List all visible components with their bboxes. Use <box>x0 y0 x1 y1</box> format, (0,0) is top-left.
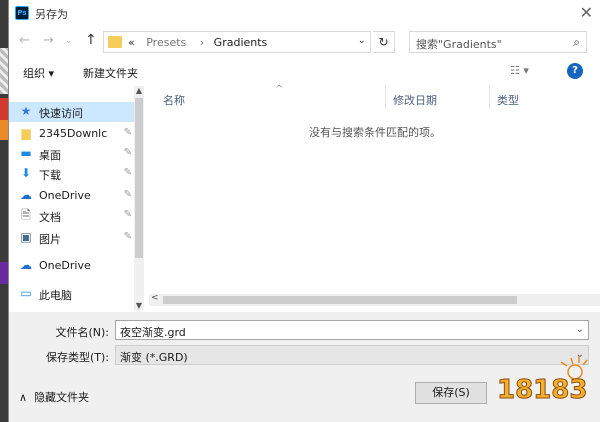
forward-arrow-icon[interactable]: → <box>43 33 54 48</box>
sidebar-item-label: OneDrive <box>39 189 91 202</box>
save-button[interactable]: 保存(S) <box>415 382 487 404</box>
sidebar-item-label: 文档 <box>39 211 61 224</box>
filename-value: 夜空渐变.grd <box>120 326 186 339</box>
search-placeholder: 搜索"Gradients" <box>416 38 502 51</box>
column-divider[interactable] <box>489 86 490 108</box>
watermark-text: 18183 <box>497 375 587 405</box>
hide-folders-label: 隐藏文件夹 <box>34 391 90 404</box>
sidebar-item[interactable]: ▣ 图片 ✎ <box>9 228 134 248</box>
background-swatch <box>0 48 8 94</box>
empty-results-message: 没有与搜索条件匹配的项。 <box>309 126 441 139</box>
column-divider[interactable] <box>385 86 386 108</box>
file-list: 名称 ^ 修改日期 类型 没有与搜索条件匹配的项。 < <box>149 84 600 310</box>
scroll-up-icon[interactable]: ▲ <box>134 86 144 95</box>
download-icon: ⬇ <box>20 166 32 180</box>
background-swatch <box>0 98 8 120</box>
breadcrumb-separator: › <box>199 36 205 49</box>
cloud-icon: ☁ <box>20 188 32 202</box>
filename-field[interactable]: 夜空渐变.grd ⌄ <box>115 320 589 340</box>
column-header-type[interactable]: 类型 <box>497 92 519 108</box>
window-title: 另存为 <box>35 8 68 21</box>
breadcrumb-item-presets[interactable]: Presets <box>138 36 190 49</box>
sidebar-item-onedrive[interactable]: ☁ OneDrive ✎ <box>9 186 134 206</box>
folder-icon <box>108 36 122 48</box>
navigation-pane: ★ 快速访问 ▆ 2345Downlc ✎ ▬ 桌面 ✎ ⬇ 下载 ✎ ☁ OneDrive ✎ 🗎 文档 ✎ ▣… <box>9 86 144 310</box>
column-header-modified[interactable]: 修改日期 <box>393 92 437 108</box>
sidebar-item-label: 快速访问 <box>39 107 83 120</box>
address-dropdown-icon[interactable]: ⌄ <box>358 35 366 46</box>
sidebar-item-label: 桌面 <box>39 149 61 162</box>
breadcrumb-item-gradients[interactable]: Gradients <box>214 36 268 49</box>
search-input[interactable]: 搜索"Gradients" ⌕ <box>409 31 587 53</box>
horizontal-scrollbar[interactable]: < <box>149 293 600 306</box>
sidebar-item[interactable]: ▭ 此电脑 <box>9 284 134 304</box>
background-app-strip <box>0 0 8 422</box>
sidebar-item-label: 下载 <box>39 169 61 182</box>
scrollbar-thumb[interactable] <box>163 296 517 304</box>
sidebar-item-2345downlc[interactable]: ▆ 2345Downlc ✎ <box>9 124 134 144</box>
help-icon[interactable]: ? <box>567 63 583 79</box>
sidebar-item-onedrive[interactable]: ☁ OneDrive <box>9 256 134 276</box>
chevron-up-icon: ∧ <box>19 391 28 404</box>
close-icon[interactable]: ✕ <box>580 3 593 22</box>
organize-button[interactable]: 组织 ▾ <box>23 65 54 81</box>
scrollbar-thumb[interactable] <box>135 98 143 258</box>
refresh-icon: ↻ <box>378 35 389 49</box>
back-arrow-icon[interactable]: ← <box>19 33 30 48</box>
pictures-icon: ▣ <box>20 230 32 244</box>
background-swatch <box>0 120 8 140</box>
navigation-scrollbar[interactable]: ▲ ▼ <box>134 86 144 310</box>
sidebar-item-label: 此电脑 <box>39 289 72 302</box>
site-watermark-logo: 18183 <box>497 356 588 406</box>
command-bar: 组织 ▾ 新建文件夹 ☷ ▾ ? <box>9 60 600 84</box>
pin-icon: ✎ <box>123 167 132 178</box>
sidebar-item-label: 2345Downlc <box>39 127 108 140</box>
refresh-button[interactable]: ↻ <box>373 31 395 53</box>
filename-label: 文件名(N): <box>55 326 109 339</box>
column-header-name[interactable]: 名称 <box>163 92 185 108</box>
sidebar-item-label: 图片 <box>39 233 61 246</box>
up-arrow-icon[interactable]: ↑ <box>85 32 97 48</box>
view-options-icon[interactable]: ☷ ▾ <box>510 64 529 77</box>
address-row: ← → ⌄ ↑ « Presets › Gradients ⌄ ↻ 搜索"Gra… <box>9 30 600 54</box>
photoshop-app-icon: Ps <box>15 6 29 20</box>
filetype-label: 保存类型(T): <box>45 351 109 364</box>
pin-icon: ✎ <box>123 127 132 138</box>
cloud-icon: ☁ <box>20 258 32 272</box>
document-icon: 🗎 <box>21 208 31 222</box>
pin-icon: ✎ <box>123 209 132 220</box>
background-swatch <box>0 262 8 284</box>
filetype-value: 渐变 (*.GRD) <box>120 351 188 364</box>
save-as-dialog: Ps 另存为 ✕ ← → ⌄ ↑ « Presets › Gradients ⌄… <box>8 0 600 422</box>
search-icon: ⌕ <box>573 35 580 49</box>
sidebar-item[interactable]: 🗎 文档 ✎ <box>9 206 134 226</box>
scroll-left-icon[interactable]: < <box>151 293 159 303</box>
breadcrumb-overflow[interactable]: « <box>128 36 135 49</box>
scroll-down-icon[interactable]: ▼ <box>134 301 144 310</box>
sort-arrow-icon: ^ <box>275 84 284 95</box>
folder-icon: ▆ <box>21 126 31 140</box>
new-folder-button[interactable]: 新建文件夹 <box>83 65 138 81</box>
pin-icon: ✎ <box>123 147 132 158</box>
computer-icon: ▭ <box>20 286 32 300</box>
pin-icon: ✎ <box>123 189 132 200</box>
sidebar-item[interactable]: ★ 快速访问 <box>9 102 134 122</box>
sidebar-item-label: OneDrive <box>39 259 91 272</box>
hide-folders-toggle[interactable]: ∧ 隐藏文件夹 <box>19 389 89 405</box>
sidebar-item[interactable]: ⬇ 下载 ✎ <box>9 164 134 184</box>
star-icon: ★ <box>20 104 32 118</box>
pin-icon: ✎ <box>123 231 132 242</box>
address-bar[interactable]: « Presets › Gradients ⌄ <box>103 31 371 53</box>
sidebar-item[interactable]: ▬ 桌面 ✎ <box>9 144 134 164</box>
title-bar: Ps 另存为 ✕ <box>9 0 600 28</box>
recent-locations-chevron-icon[interactable]: ⌄ <box>65 36 73 46</box>
chevron-down-icon[interactable]: ⌄ <box>576 324 584 335</box>
desktop-icon: ▬ <box>20 146 32 160</box>
breadcrumb: « Presets › Gradients <box>128 36 267 49</box>
